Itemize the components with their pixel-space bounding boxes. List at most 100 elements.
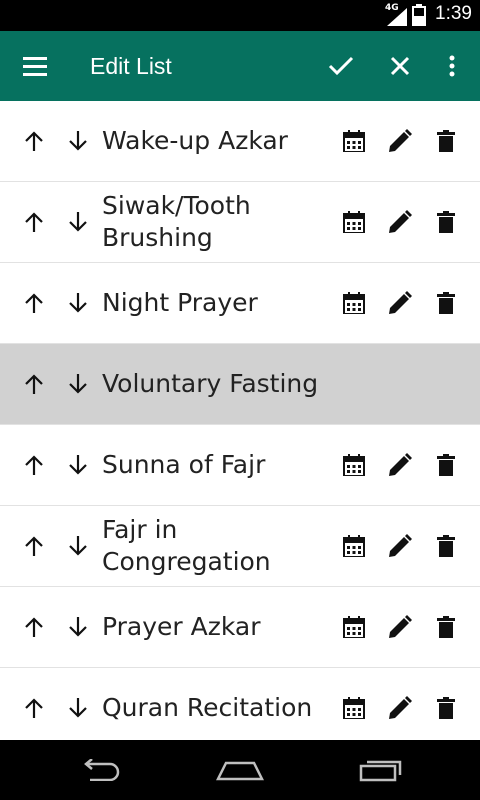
edit-button[interactable] [380,182,420,262]
back-button[interactable] [55,740,145,800]
list-item[interactable]: Wake-up Azkar [0,101,480,182]
pencil-icon [389,696,412,719]
calendar-icon [343,616,365,638]
list-item[interactable]: Voluntary Fasting [0,344,480,425]
navigation-bar [0,740,480,800]
cancel-button[interactable] [377,31,423,101]
check-icon [328,56,354,76]
menu-icon [23,57,47,76]
menu-button[interactable] [10,31,60,101]
arrow-up-icon [25,698,43,718]
pencil-icon [389,615,412,638]
list-item[interactable]: Fajr in Congregation [0,506,480,587]
list-item-label: Night Prayer [102,288,258,317]
schedule-button[interactable] [334,587,374,667]
edit-button[interactable] [380,506,420,586]
move-up-button[interactable] [14,101,54,181]
edit-list[interactable]: Wake-up Azkar Siwak/Tooth Brushing Night P… [0,101,480,740]
signal-icon [387,8,407,26]
list-item[interactable]: Sunna of Fajr [0,425,480,506]
list-item[interactable]: Prayer Azkar [0,587,480,668]
delete-button[interactable] [426,587,466,667]
move-up-button[interactable] [14,182,54,262]
trash-icon [437,292,455,314]
move-down-button[interactable] [58,668,98,740]
list-item-label: Voluntary Fasting [102,369,319,398]
pencil-icon [389,453,412,476]
trash-icon [437,130,455,152]
arrow-down-icon [69,698,87,718]
edit-button[interactable] [380,587,420,667]
move-down-button[interactable] [58,182,98,262]
arrow-up-icon [25,617,43,637]
move-down-button[interactable] [58,425,98,505]
arrow-down-icon [69,455,87,475]
move-up-button[interactable] [14,668,54,740]
arrow-up-icon [25,293,43,313]
confirm-button[interactable] [318,31,364,101]
list-item-label: Quran Recitation [102,693,313,722]
delete-button[interactable] [426,101,466,181]
recents-button[interactable] [336,740,426,800]
delete-button[interactable] [426,263,466,343]
calendar-icon [343,130,365,152]
arrow-down-icon [69,617,87,637]
move-down-button[interactable] [58,101,98,181]
status-bar: 4G 1:39 [0,0,480,31]
delete-button[interactable] [426,668,466,740]
move-down-button[interactable] [58,587,98,667]
list-item-label: Fajr in Congregation [102,515,271,576]
battery-icon [412,4,426,26]
delete-button[interactable] [426,506,466,586]
edit-button[interactable] [380,101,420,181]
edit-button[interactable] [380,668,420,740]
status-time: 1:39 [435,3,472,24]
home-button[interactable] [195,740,285,800]
arrow-up-icon [25,131,43,151]
recents-icon [359,760,402,782]
pencil-icon [389,129,412,152]
delete-button[interactable] [426,425,466,505]
move-down-button[interactable] [58,344,98,424]
back-icon [84,759,120,781]
arrow-down-icon [69,212,87,232]
move-up-button[interactable] [14,506,54,586]
arrow-down-icon [69,131,87,151]
list-item[interactable]: Quran Recitation [0,668,480,740]
page-title: Edit List [90,53,172,79]
trash-icon [437,616,455,638]
schedule-button[interactable] [334,425,374,505]
arrow-up-icon [25,212,43,232]
list-item-label: Prayer Azkar [102,612,261,641]
overflow-menu-button[interactable] [436,31,468,101]
calendar-icon [343,211,365,233]
list-item-label: Siwak/Tooth Brushing [102,191,251,252]
schedule-button[interactable] [334,263,374,343]
move-down-button[interactable] [58,263,98,343]
move-down-button[interactable] [58,506,98,586]
schedule-button[interactable] [334,668,374,740]
schedule-button[interactable] [334,101,374,181]
pencil-icon [389,534,412,557]
edit-button[interactable] [380,425,420,505]
move-up-button[interactable] [14,344,54,424]
move-up-button[interactable] [14,263,54,343]
calendar-icon [343,454,365,476]
list-item[interactable]: Night Prayer [0,263,480,344]
arrow-down-icon [69,536,87,556]
arrow-down-icon [69,293,87,313]
arrow-up-icon [25,536,43,556]
edit-button[interactable] [380,263,420,343]
calendar-icon [343,535,365,557]
arrow-up-icon [25,455,43,475]
pencil-icon [389,210,412,233]
list-item-label: Wake-up Azkar [102,126,288,155]
list-item[interactable]: Siwak/Tooth Brushing [0,182,480,263]
list-item-label: Sunna of Fajr [102,450,266,479]
delete-button[interactable] [426,182,466,262]
schedule-button[interactable] [334,182,374,262]
more-vert-icon [449,55,455,77]
move-up-button[interactable] [14,425,54,505]
move-up-button[interactable] [14,587,54,667]
schedule-button[interactable] [334,506,374,586]
